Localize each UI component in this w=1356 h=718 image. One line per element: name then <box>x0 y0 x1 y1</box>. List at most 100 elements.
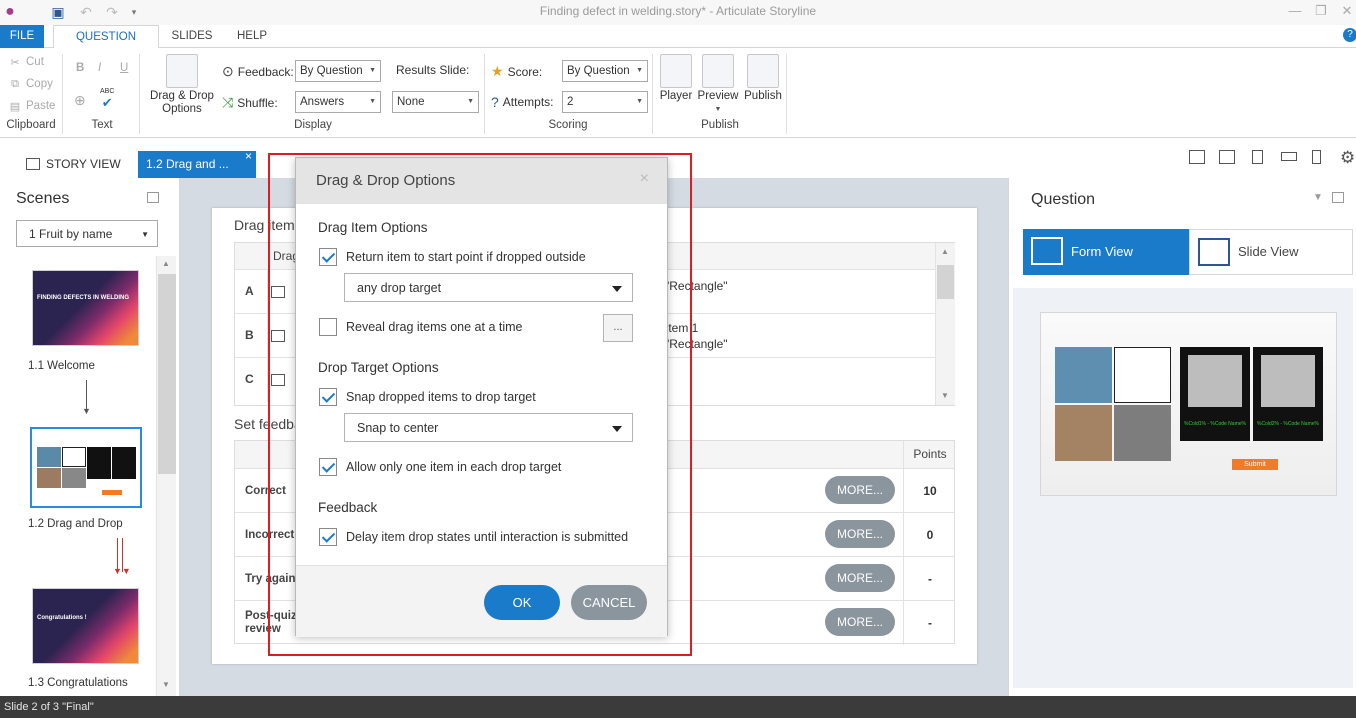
story-view-tab[interactable]: STORY VIEW <box>16 151 138 178</box>
chevron-down-icon: ▼ <box>369 98 376 105</box>
delay-states-checkbox-row[interactable]: Delay item drop states until interaction… <box>319 528 628 546</box>
reveal-options-button[interactable]: ... <box>603 314 633 342</box>
scroll-thumb[interactable] <box>158 274 176 474</box>
publish-icon <box>747 54 779 88</box>
feedback-select[interactable]: By Question ▼ <box>295 60 381 82</box>
drag-drop-options-dialog: Drag & Drop Options × Drag Item Options … <box>295 157 668 637</box>
drag-item-options-heading: Drag Item Options <box>318 220 428 235</box>
tab-question[interactable]: QUESTION <box>53 25 159 49</box>
scroll-up-icon[interactable]: ▲ <box>941 247 949 256</box>
reveal-items-checkbox[interactable] <box>319 318 337 336</box>
slide-tab[interactable]: 1.2 Drag and ... × <box>138 149 256 178</box>
dock-icon[interactable] <box>1332 192 1344 203</box>
chevron-down-icon: ▼ <box>141 230 149 239</box>
more-button[interactable]: MORE... <box>825 608 895 636</box>
image-tile <box>1055 347 1112 403</box>
scene-select[interactable]: 1 Fruit by name ▼ <box>16 220 158 247</box>
ribbon: ✂ Cut ⧉ Copy ▤ Paste Clipboard B I U ⊕ ABC ✔… <box>0 48 1356 138</box>
minimize-icon[interactable]: — <box>1284 3 1306 21</box>
close-window-icon[interactable]: ✕ <box>1336 3 1356 21</box>
cut-button[interactable]: ✂ Cut <box>8 55 44 69</box>
ribbon-divider <box>62 54 63 134</box>
feedback-icon: ⊙ <box>222 63 234 79</box>
slide-thumbnail-drag-drop[interactable] <box>30 427 142 508</box>
chevron-down-icon[interactable]: ▼ <box>1313 192 1323 203</box>
tab-file[interactable]: FILE <box>0 25 44 48</box>
drag-drop-icon <box>166 54 198 88</box>
slide-thumbnail-welcome[interactable]: FINDING DEFECTS IN WELDING <box>32 270 139 346</box>
text-group-label: Text <box>91 119 113 131</box>
results-slide-label: Results Slide: <box>396 63 470 77</box>
underline-button[interactable]: U <box>120 62 128 74</box>
cancel-button[interactable]: CANCEL <box>571 585 647 620</box>
preview-button[interactable]: Preview ▼ <box>697 54 739 116</box>
close-icon[interactable]: × <box>640 170 649 188</box>
layout-tablet-portrait-icon[interactable] <box>1252 150 1263 164</box>
layout-phone-landscape-icon[interactable] <box>1281 152 1297 161</box>
spell-check-button[interactable]: ABC ✔ <box>100 88 114 111</box>
attempts-select[interactable]: 2 ▼ <box>562 91 648 113</box>
story-view-icon <box>26 158 40 170</box>
snap-mode-select[interactable]: Snap to center <box>344 413 633 442</box>
layout-desktop-icon[interactable] <box>1189 150 1205 164</box>
more-button[interactable]: MORE... <box>825 564 895 592</box>
maximize-icon[interactable]: ❐ <box>1310 3 1332 21</box>
check-icon: ✔ <box>101 95 113 110</box>
scissors-icon: ✂ <box>10 56 20 69</box>
close-tab-icon[interactable]: × <box>245 143 252 170</box>
status-bar: Slide 2 of 3 "Final" <box>0 696 1356 718</box>
image-tile <box>1114 405 1171 461</box>
ribbon-tabs: FILE QUESTION SLIDES HELP ? <box>0 25 1356 49</box>
results-slide-select[interactable]: None ▼ <box>392 91 479 113</box>
reveal-items-checkbox-row[interactable]: Reveal drag items one at a time <box>319 318 522 336</box>
layout-phone-portrait-icon[interactable] <box>1312 150 1321 164</box>
bold-button[interactable]: B <box>76 62 84 74</box>
italic-button[interactable]: I <box>98 62 101 74</box>
scroll-down-icon[interactable]: ▼ <box>162 680 170 689</box>
image-tile <box>1114 347 1171 403</box>
return-target-select[interactable]: any drop target <box>344 273 633 302</box>
chevron-down-icon: ▼ <box>636 67 643 74</box>
submit-button-preview: Submit <box>1232 459 1278 470</box>
return-item-checkbox-row[interactable]: Return item to start point if dropped ou… <box>319 248 586 266</box>
chevron-down-icon: ▼ <box>714 106 722 113</box>
snap-items-checkbox-row[interactable]: Snap dropped items to drop target <box>319 388 536 406</box>
one-item-checkbox-row[interactable]: Allow only one item in each drop target <box>319 458 561 476</box>
scenes-scrollbar[interactable]: ▲ ▼ <box>156 256 176 696</box>
form-view-button[interactable]: Form View <box>1023 229 1189 275</box>
scroll-up-icon[interactable]: ▲ <box>162 259 170 268</box>
snap-items-checkbox[interactable] <box>319 388 337 406</box>
scoring-group-label: Scoring <box>548 119 588 131</box>
more-button[interactable]: MORE... <box>825 476 895 504</box>
dock-icon[interactable] <box>147 192 159 203</box>
score-select[interactable]: By Question ▼ <box>562 60 648 82</box>
paste-button[interactable]: ▤ Paste <box>8 99 56 113</box>
drag-drop-options-button[interactable]: Drag & Drop Options <box>146 54 218 116</box>
table-scrollbar[interactable]: ▲ ▼ <box>935 243 955 405</box>
ok-button[interactable]: OK <box>484 585 560 620</box>
player-button[interactable]: Player <box>658 54 694 103</box>
delay-states-checkbox[interactable] <box>319 528 337 546</box>
publish-button[interactable]: Publish <box>742 54 784 103</box>
slide-view-button[interactable]: Slide View <box>1189 229 1353 275</box>
link-icon[interactable]: ⊕ <box>74 92 86 109</box>
tab-help[interactable]: HELP <box>230 25 274 48</box>
question-slide-preview[interactable]: %Cold1% - %Code Name% %Cold2% - %Code Na… <box>1040 312 1337 496</box>
layout-tablet-landscape-icon[interactable] <box>1219 150 1235 164</box>
one-item-checkbox[interactable] <box>319 458 337 476</box>
return-item-checkbox[interactable] <box>319 248 337 266</box>
slide-thumbnail-congratulations[interactable]: Congratulations ! <box>32 588 139 664</box>
ribbon-divider <box>786 54 787 134</box>
drop-target: %Cold1% - %Code Name% <box>1180 347 1250 441</box>
scroll-down-icon[interactable]: ▼ <box>941 391 949 400</box>
help-icon[interactable]: ? <box>1343 28 1356 42</box>
copy-button[interactable]: ⧉ Copy <box>8 77 53 91</box>
scroll-thumb[interactable] <box>937 265 954 299</box>
slide-label: 1.2 Drag and Drop <box>28 518 123 530</box>
more-button[interactable]: MORE... <box>825 520 895 548</box>
gear-icon[interactable]: ⚙ <box>1340 148 1355 168</box>
tab-slides[interactable]: SLIDES <box>166 25 218 48</box>
dialog-title: Drag & Drop Options <box>316 172 456 189</box>
ribbon-divider <box>652 54 653 134</box>
shuffle-select[interactable]: Answers ▼ <box>295 91 381 113</box>
